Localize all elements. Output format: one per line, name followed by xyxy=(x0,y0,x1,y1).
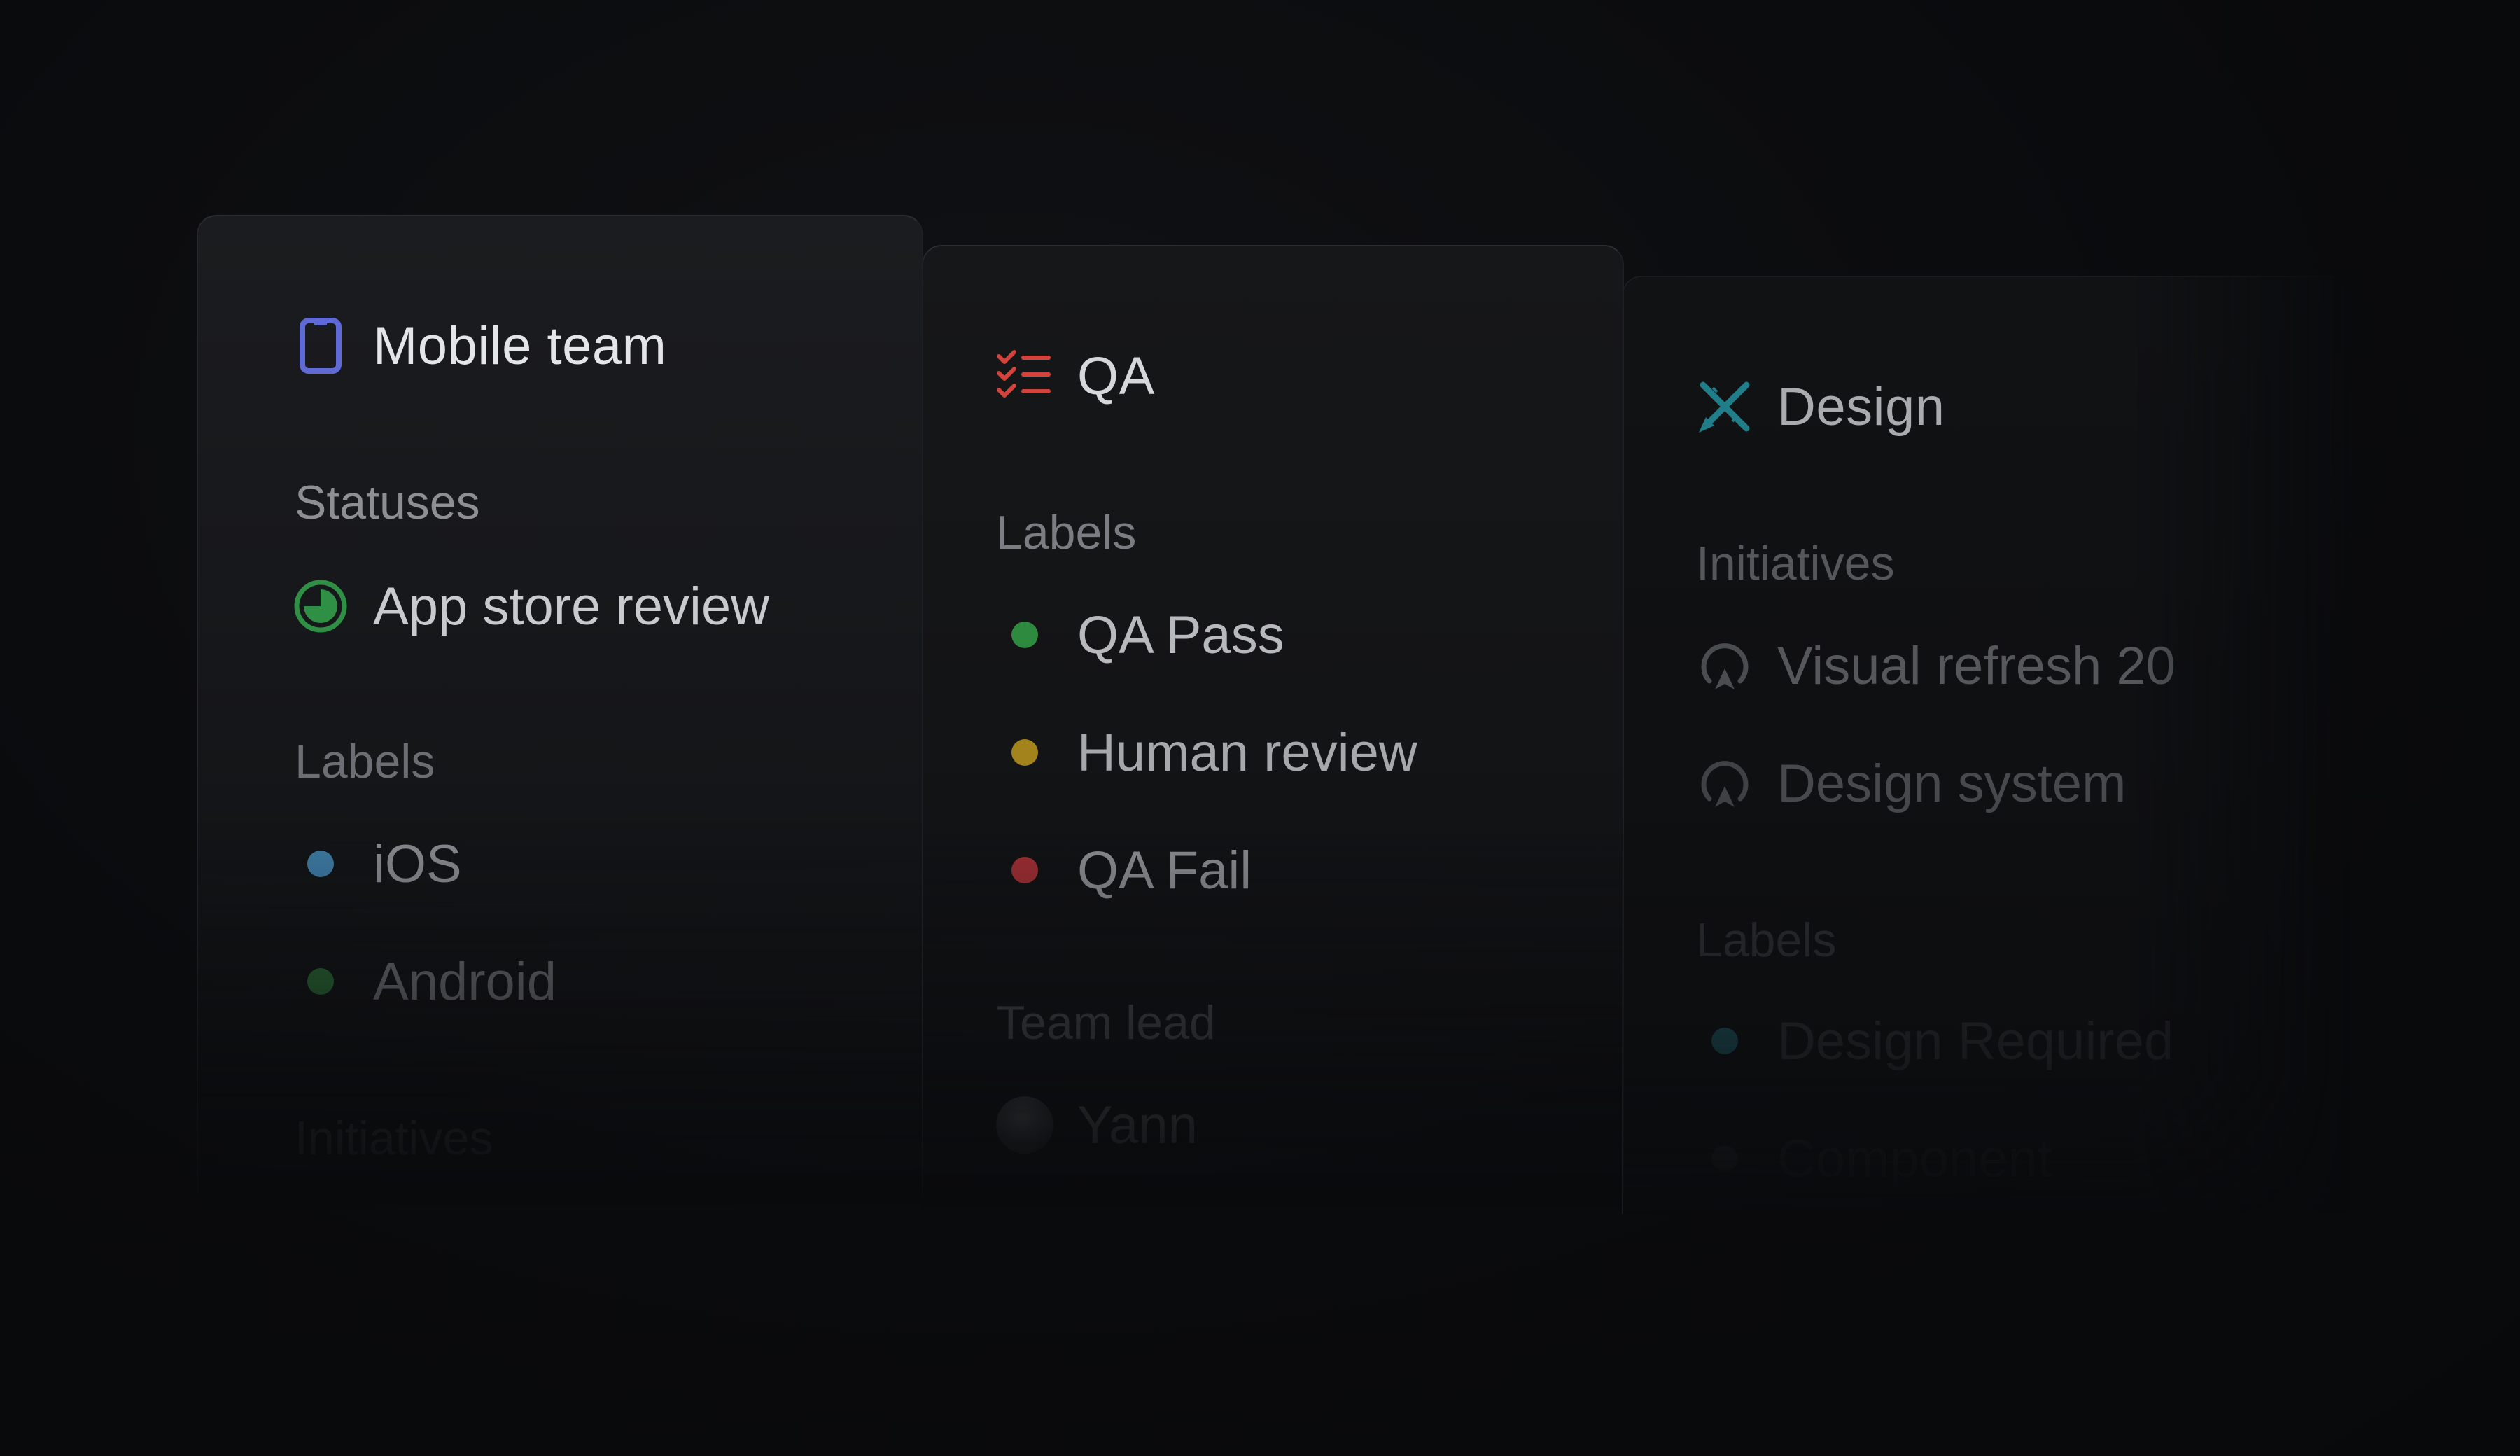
team-name: QA xyxy=(1077,346,1155,406)
label-item-design-required[interactable]: Design Required xyxy=(1693,1009,2174,1072)
label-item-qa-pass[interactable]: QA Pass xyxy=(993,603,1284,666)
label-text: iOS xyxy=(373,834,462,894)
initiative-icon xyxy=(1693,634,1756,697)
status-progress-icon xyxy=(289,575,352,638)
initiative-label: Design system xyxy=(1777,753,2127,813)
initiative-item-visual-refresh[interactable]: Visual refresh 20 xyxy=(1693,634,2176,697)
section-title-initiatives: Initiatives xyxy=(1696,537,1895,590)
section-title-labels: Labels xyxy=(996,506,1137,559)
label-dot-icon xyxy=(1693,1009,1756,1072)
initiative-label: Visual refresh 20 xyxy=(1777,636,2176,696)
label-dot-icon xyxy=(993,603,1056,666)
label-text: Component xyxy=(1777,1128,2052,1189)
label-text: Human review xyxy=(1077,722,1418,783)
section-title-statuses: Statuses xyxy=(295,476,480,529)
team-lead-item[interactable]: Yann xyxy=(993,1093,1198,1156)
label-dot-icon xyxy=(289,832,352,895)
phone-icon xyxy=(289,314,352,377)
label-item-component[interactable]: Component xyxy=(1693,1127,2052,1190)
label-item-human-review[interactable]: Human review xyxy=(993,721,1418,784)
section-title-labels: Labels xyxy=(295,735,435,788)
label-item-ios[interactable]: iOS xyxy=(289,832,462,895)
team-name: Mobile team xyxy=(373,316,667,376)
initiative-item-design-system[interactable]: Design system xyxy=(1693,752,2126,815)
team-header-mobile[interactable]: Mobile team xyxy=(289,314,666,377)
initiative-icon xyxy=(1693,752,1756,815)
section-title-initiatives: Initiatives xyxy=(295,1112,493,1165)
team-header-qa[interactable]: QA xyxy=(993,344,1155,407)
background: Mobile team Statuses App store review La… xyxy=(0,0,2520,1456)
label-dot-icon xyxy=(289,950,352,1013)
checklist-icon xyxy=(993,344,1056,407)
label-dot-icon xyxy=(993,839,1056,902)
team-card-qa[interactable]: QA Labels QA Pass Human review QA Fail T… xyxy=(922,245,1624,1211)
label-item-qa-fail[interactable]: QA Fail xyxy=(993,839,1252,902)
team-card-mobile[interactable]: Mobile team Statuses App store review La… xyxy=(197,215,923,1209)
label-dot-icon xyxy=(1693,1127,1756,1190)
label-text: Design Required xyxy=(1777,1011,2174,1071)
team-card-design[interactable]: Design Initiatives Visual refresh 20 Des… xyxy=(1622,276,2350,1214)
team-name: Design xyxy=(1777,377,1945,437)
design-tools-icon xyxy=(1693,375,1756,438)
avatar xyxy=(993,1093,1056,1156)
label-item-android[interactable]: Android xyxy=(289,950,556,1013)
status-item-app-store-review[interactable]: App store review xyxy=(289,575,769,638)
section-title-team-lead: Team lead xyxy=(996,996,1216,1049)
label-text: QA Fail xyxy=(1077,840,1252,900)
status-label: App store review xyxy=(373,576,770,636)
section-title-labels: Labels xyxy=(1696,913,1837,967)
label-text: Android xyxy=(373,951,556,1011)
label-dot-icon xyxy=(993,721,1056,784)
team-lead-name: Yann xyxy=(1077,1095,1198,1155)
label-text: QA Pass xyxy=(1077,605,1284,665)
team-header-design[interactable]: Design xyxy=(1693,375,1945,438)
